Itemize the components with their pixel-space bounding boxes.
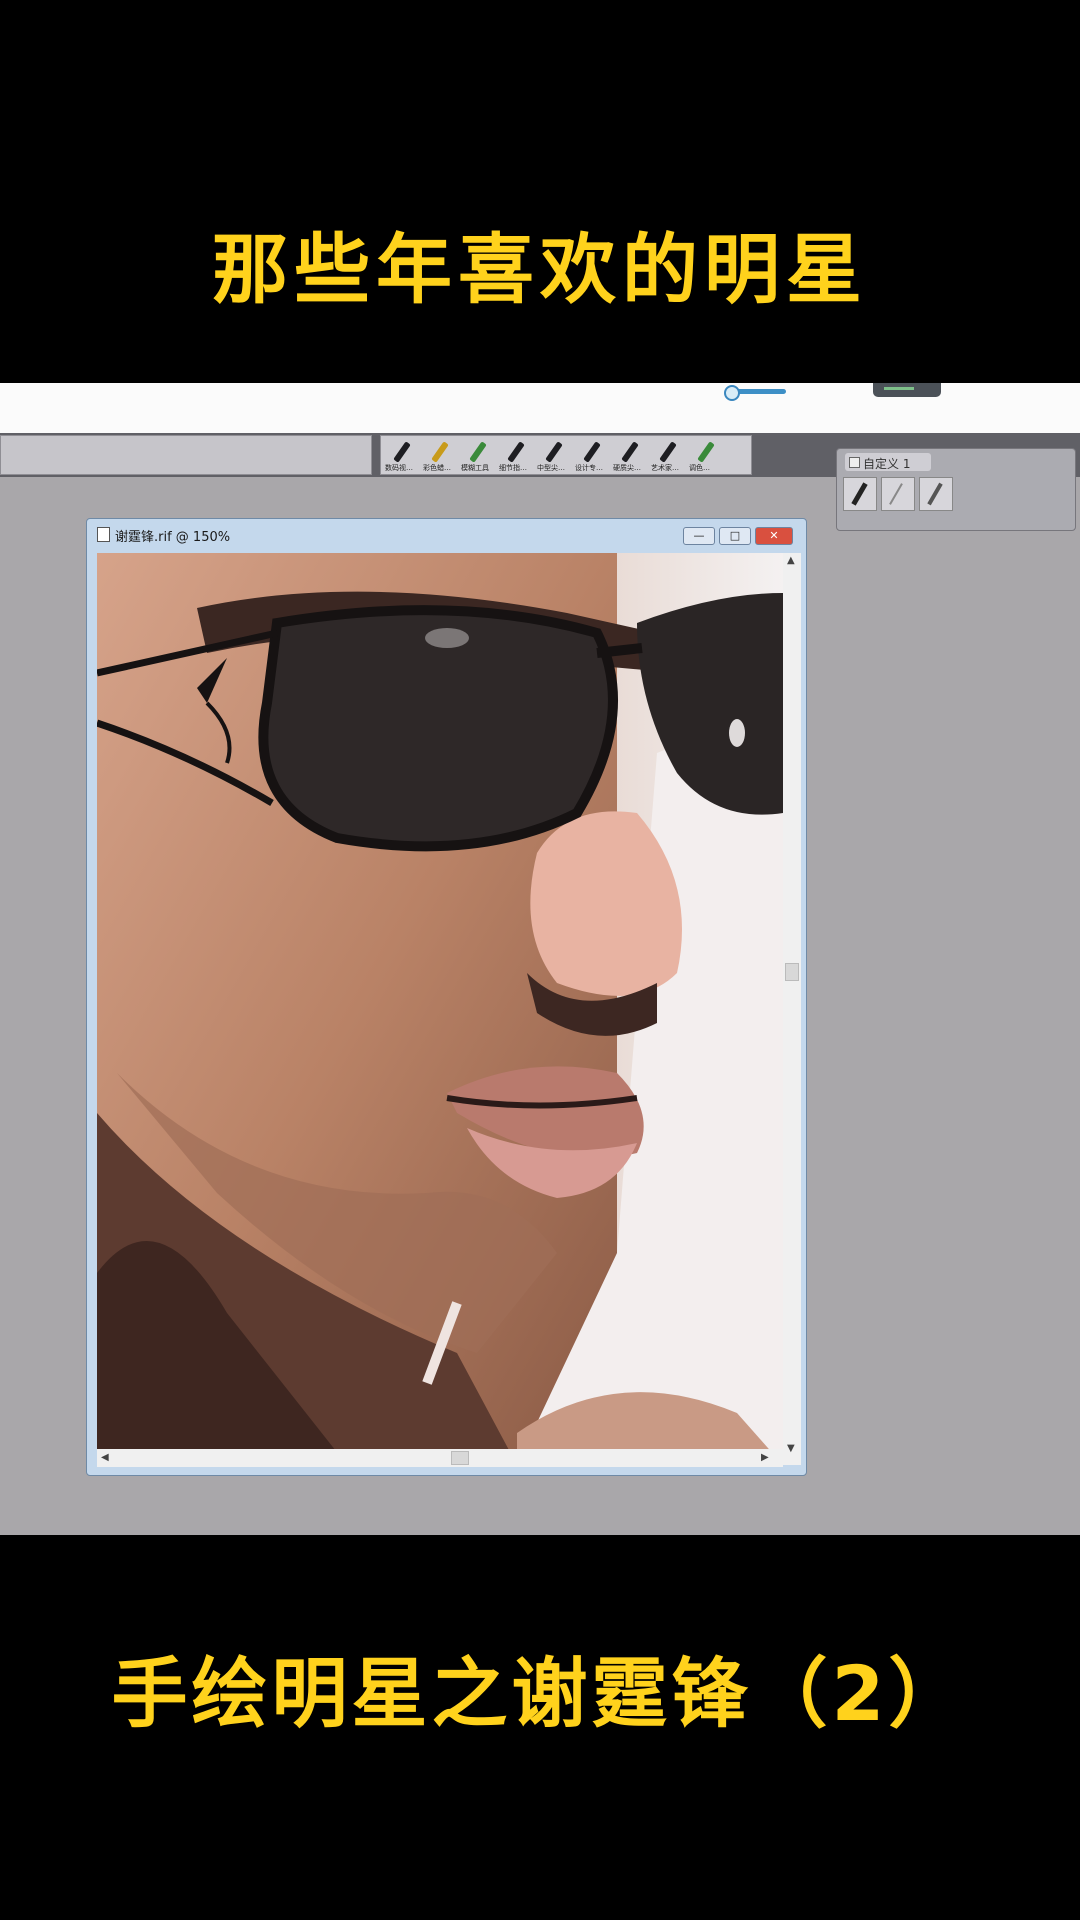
brush-label: 细节指… bbox=[499, 464, 527, 472]
bottom-caption: 手绘明星之谢霆锋（2） bbox=[111, 1649, 969, 1738]
horizontal-scrollbar[interactable]: ◀ ▶ bbox=[97, 1449, 783, 1467]
property-bar bbox=[0, 435, 372, 475]
top-caption: 那些年喜欢的明星 bbox=[212, 225, 868, 314]
custom-palette-panel: 自定义 1 bbox=[836, 448, 1076, 531]
pen-brush-icon bbox=[659, 441, 677, 463]
document-title: 谢霆锋.rif @ 150% bbox=[115, 530, 231, 545]
custom-palette-label: 自定义 1 bbox=[863, 457, 911, 471]
painter-app: 数码视… 彩色蜡… 模糊工具 细节指… 中型尖… 设计专… 硬质尖… 艺术家… bbox=[0, 383, 1080, 1535]
scroll-up-icon[interactable]: ▲ bbox=[787, 555, 795, 566]
document-window: 谢霆锋.rif @ 150% — □ ✕ ▲ ▼ ◀ ▶ bbox=[86, 518, 807, 1476]
portrait-painting bbox=[97, 553, 783, 1465]
brush-label: 数码视… bbox=[385, 464, 413, 472]
horizontal-scroll-thumb[interactable] bbox=[451, 1451, 469, 1465]
brush-label: 彩色蜡… bbox=[423, 464, 451, 472]
brush-label: 模糊工具 bbox=[461, 464, 489, 472]
brush-item[interactable]: 设计专… bbox=[575, 439, 611, 473]
document-icon bbox=[97, 527, 110, 542]
pen-brush-icon bbox=[583, 441, 601, 463]
painting-canvas[interactable] bbox=[97, 553, 783, 1465]
brush-item[interactable]: 硬质尖… bbox=[613, 439, 649, 473]
brush-label: 中型尖… bbox=[537, 464, 565, 472]
pen-brush-icon bbox=[507, 441, 525, 463]
close-button[interactable]: ✕ bbox=[755, 527, 793, 545]
brush-item[interactable]: 中型尖… bbox=[537, 439, 573, 473]
pen-brush-icon bbox=[889, 483, 903, 505]
pen-brush-icon bbox=[621, 441, 639, 463]
brush-label: 硬质尖… bbox=[613, 464, 641, 472]
brush-item[interactable]: 彩色蜡… bbox=[423, 439, 459, 473]
crayon-brush-icon bbox=[431, 441, 449, 463]
scroll-right-icon[interactable]: ▶ bbox=[761, 1452, 769, 1463]
brush-label: 调色… bbox=[689, 464, 710, 472]
pen-brush-icon bbox=[927, 482, 943, 506]
pencil-brush-icon bbox=[469, 441, 487, 463]
brush-label: 设计专… bbox=[575, 464, 603, 472]
vertical-scroll-thumb[interactable] bbox=[785, 963, 799, 981]
pen-brush-icon bbox=[393, 441, 411, 463]
brush-item[interactable]: 细节指… bbox=[499, 439, 535, 473]
brush-item[interactable]: 艺术家… bbox=[651, 439, 687, 473]
scroll-left-icon[interactable]: ◀ bbox=[101, 1452, 109, 1463]
brush-selector-bar: 数码视… 彩色蜡… 模糊工具 细节指… 中型尖… 设计专… 硬质尖… 艺术家… bbox=[380, 435, 752, 475]
brush-item[interactable]: 调色… bbox=[689, 439, 725, 473]
pen-brush-icon bbox=[545, 441, 563, 463]
size-slider-knob[interactable] bbox=[724, 385, 740, 401]
pen-brush-icon bbox=[851, 482, 868, 506]
top-panel-button[interactable] bbox=[873, 383, 941, 397]
vertical-scrollbar[interactable]: ▲ ▼ bbox=[783, 553, 801, 1465]
scroll-down-icon[interactable]: ▼ bbox=[787, 1443, 795, 1454]
custom-palette-title[interactable]: 自定义 1 bbox=[845, 453, 931, 471]
top-panel-indicator bbox=[884, 387, 914, 390]
brush-item[interactable]: 数码视… bbox=[385, 439, 421, 473]
brush-label: 艺术家… bbox=[651, 464, 679, 472]
panel-toggle-icon[interactable] bbox=[849, 457, 860, 468]
custom-brush-2[interactable] bbox=[881, 477, 915, 511]
palette-knife-icon bbox=[697, 441, 715, 463]
brush-item[interactable]: 模糊工具 bbox=[461, 439, 497, 473]
minimize-button[interactable]: — bbox=[683, 527, 715, 545]
custom-brush-1[interactable] bbox=[843, 477, 877, 511]
top-strip bbox=[0, 383, 1080, 433]
custom-brush-3[interactable] bbox=[919, 477, 953, 511]
maximize-button[interactable]: □ bbox=[719, 527, 751, 545]
